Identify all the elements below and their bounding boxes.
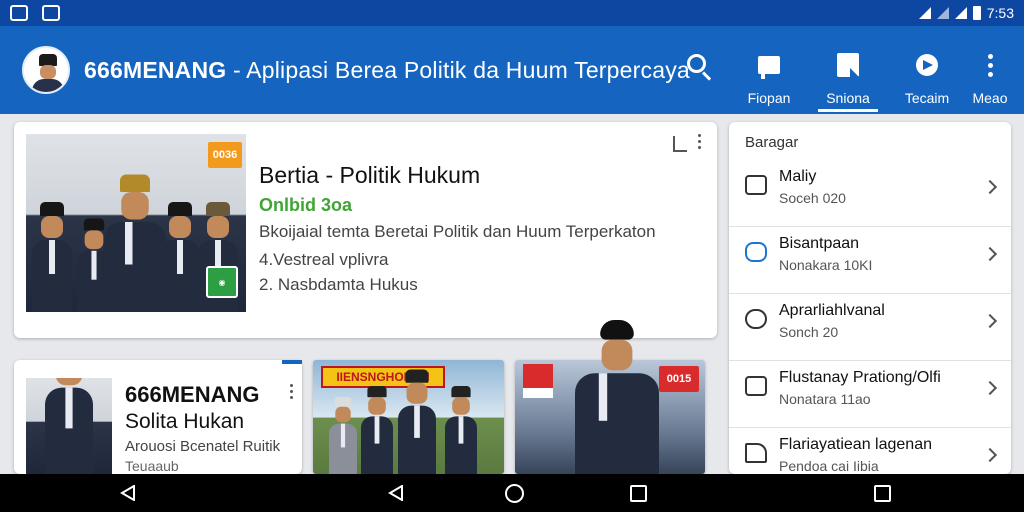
sidebar-panel: Baragar Maliy Soceh 020 Bisantpaan Nonak… bbox=[729, 122, 1011, 474]
card-options-icon[interactable] bbox=[673, 134, 701, 154]
system-navigation-bar bbox=[0, 474, 1024, 512]
home-icon[interactable] bbox=[505, 484, 524, 503]
sidebar-item-title: Flustanay Prationg/Olfi bbox=[779, 369, 941, 386]
sidebar-item-subtitle: Pendoa cai Iibia bbox=[779, 458, 879, 474]
sidebar-item-subtitle: Nonatara 11ao bbox=[779, 391, 871, 407]
action-label: Tecaim bbox=[904, 90, 950, 106]
settings-icon bbox=[745, 309, 767, 329]
profile-photo bbox=[26, 378, 112, 474]
folder-icon bbox=[745, 175, 767, 195]
main-card-line-1: 4.Vestreal vplivra bbox=[259, 250, 389, 269]
action-tecaim[interactable]: Tecaim bbox=[891, 40, 963, 106]
app-title-brand: 666MENANG bbox=[84, 56, 227, 83]
action-meao[interactable]: Meao bbox=[954, 40, 1024, 106]
news-photo-card-event[interactable]: IIENSNGHONAN bbox=[313, 360, 504, 474]
profile-card-footer: Teuaaub bbox=[125, 458, 179, 474]
avatar[interactable] bbox=[22, 46, 70, 94]
profile-card-subtitle: Solita Hukan bbox=[125, 410, 245, 433]
action-sniona[interactable]: Sniona bbox=[812, 40, 884, 112]
tools-notification-icon bbox=[10, 5, 28, 21]
sidebar-item-subtitle: Sonch 20 bbox=[779, 324, 839, 340]
year-badge: 0015 bbox=[659, 366, 699, 392]
action-fiopan[interactable]: Fiopan bbox=[733, 40, 805, 106]
sidebar-item-flustanay[interactable]: Flustanay Prationg/Olfi Nonatara 11ao bbox=[729, 361, 1011, 428]
document-icon bbox=[745, 376, 767, 396]
more-vert-icon[interactable] bbox=[290, 384, 293, 399]
status-bar: 7:53 bbox=[0, 0, 1024, 26]
sidebar-item-title: Flariayatiean lagenan bbox=[779, 436, 932, 453]
share-icon bbox=[916, 54, 938, 76]
main-card-subtitle: Onlbid 3oa bbox=[259, 195, 353, 215]
sidebar-item-maliy[interactable]: Maliy Soceh 020 bbox=[729, 160, 1011, 227]
app-title: 666MENANG - Aplipasi Berea Politik da Hu… bbox=[84, 57, 690, 84]
recent-apps-icon[interactable] bbox=[630, 485, 647, 502]
sidebar-item-title: Bisantpaan bbox=[779, 235, 860, 252]
overview-icon[interactable] bbox=[874, 485, 891, 502]
sidebar-item-subtitle: Nonakara 10KI bbox=[779, 257, 873, 273]
main-card-description: Bkoijaial temta Beretai Politik dan Huum… bbox=[259, 222, 656, 241]
flag-icon bbox=[758, 56, 780, 79]
back-icon[interactable] bbox=[120, 485, 136, 501]
search-icon[interactable] bbox=[687, 54, 713, 81]
main-news-card[interactable]: 0036 ◉ Bertia - Politik Hukum Onlbid 3oa… bbox=[14, 122, 717, 338]
sidebar-heading: Baragar bbox=[745, 134, 799, 151]
year-badge: 0036 bbox=[208, 142, 242, 168]
profile-card-title: 666MENANG bbox=[125, 382, 260, 407]
flag-decoration bbox=[523, 364, 553, 398]
app-title-rest: - Aplipasi Berea Politik da Huum Terperc… bbox=[226, 56, 690, 83]
document-icon bbox=[837, 53, 859, 77]
main-card-line-2: 2. Nasbdamta Hukus bbox=[259, 275, 418, 294]
thumbs-up-icon bbox=[745, 443, 767, 463]
sidebar-item-title: Aprarliahlvanal bbox=[779, 302, 885, 319]
wifi-icon bbox=[918, 7, 931, 19]
news-photo-card-speech[interactable]: 0015 bbox=[515, 320, 705, 474]
main-card-title[interactable]: Bertia - Politik Hukum bbox=[259, 162, 480, 189]
main-news-photo: 0036 ◉ bbox=[26, 134, 246, 312]
sidebar-item-aprarliahlvanal[interactable]: Aprarliahlvanal Sonch 20 bbox=[729, 294, 1011, 361]
more-icon bbox=[987, 53, 993, 77]
battery-icon bbox=[972, 6, 981, 20]
signal-icon bbox=[936, 7, 949, 19]
action-label: Fiopan bbox=[747, 90, 791, 106]
status-time: 7:53 bbox=[986, 5, 1014, 21]
sidebar-item-subtitle: Soceh 020 bbox=[779, 190, 846, 206]
party-logo-icon: ◉ bbox=[206, 266, 238, 298]
sidebar-item-title: Maliy bbox=[779, 168, 817, 185]
sidebar-item-bisantpaan[interactable]: Bisantpaan Nonakara 10KI bbox=[729, 227, 1011, 294]
profile-card[interactable]: 666MENANG Solita Hukan Arouosi Bcenatel … bbox=[14, 360, 302, 474]
app-bar: 666MENANG - Aplipasi Berea Politik da Hu… bbox=[0, 26, 1024, 114]
profile-card-description: Arouosi Bcenatel Ruitik bbox=[125, 438, 281, 455]
action-label: Meao bbox=[972, 90, 1008, 106]
cloud-icon bbox=[745, 242, 767, 262]
signal-strong-icon bbox=[954, 7, 967, 19]
image-notification-icon bbox=[42, 5, 60, 21]
action-label: Sniona bbox=[826, 90, 870, 106]
back-icon-secondary[interactable] bbox=[388, 485, 404, 501]
